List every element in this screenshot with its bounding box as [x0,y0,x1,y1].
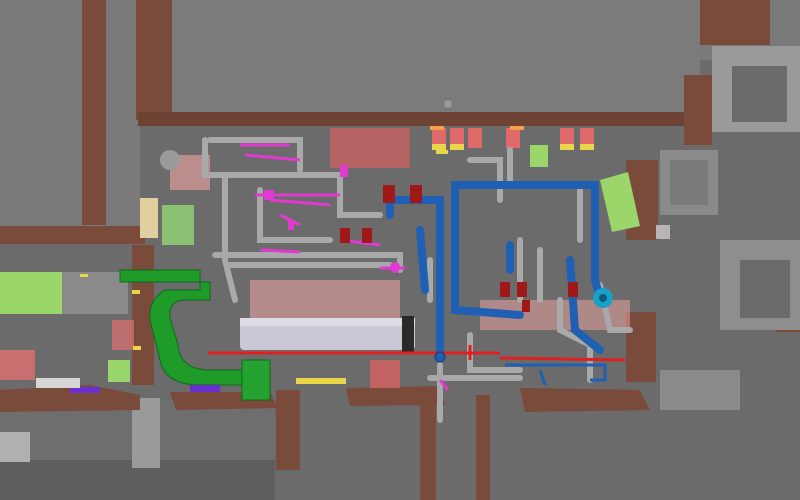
equipment-red-row [432,128,594,150]
gray-box-top [656,225,670,239]
tank-top-left [160,150,180,170]
plant-3d-scene [0,0,800,500]
column-brown-right2 [684,75,712,145]
pink-zone-left2 [112,320,134,350]
column-brown-left [82,0,106,225]
beam-brown-top [138,112,698,126]
lower-platform3 [346,386,445,406]
beige-panel [140,198,158,238]
green-zone-mid [162,205,194,245]
green-zone-left [0,272,62,314]
upper-middle-wall [140,0,700,118]
right-panel-inner [670,160,708,205]
green-zone-top [530,145,548,167]
green-duct-end [241,359,271,401]
model-viewport[interactable] [0,0,800,500]
gray-box-rail [36,378,80,388]
tank-icon[interactable] [240,316,415,352]
lower-left-stairs [0,432,30,462]
upper-left-wall [0,0,140,235]
light-fixture [444,100,452,108]
pink-zone-lower [370,360,400,388]
purple-accent-mid [190,385,220,392]
lower-platform4 [520,388,650,412]
right-lower-structure [660,370,740,410]
column-brown-left2 [136,0,172,120]
right-frame-mid-inner [740,260,790,318]
pink-zone-left [0,350,35,380]
green-zone-small [108,360,130,382]
column-brown-lower [276,390,300,470]
column-brown-lower2 [420,395,436,500]
column-brown-lower3 [476,395,490,500]
right-frame-top-inner [732,66,787,122]
pink-zone-equip [330,128,410,168]
gray-panel-left [62,272,128,314]
equipment-pump-icon[interactable] [593,288,613,308]
column-brown-right-lower [626,312,656,382]
beam-brown-mid [0,226,145,244]
column-brown-right [700,0,770,45]
